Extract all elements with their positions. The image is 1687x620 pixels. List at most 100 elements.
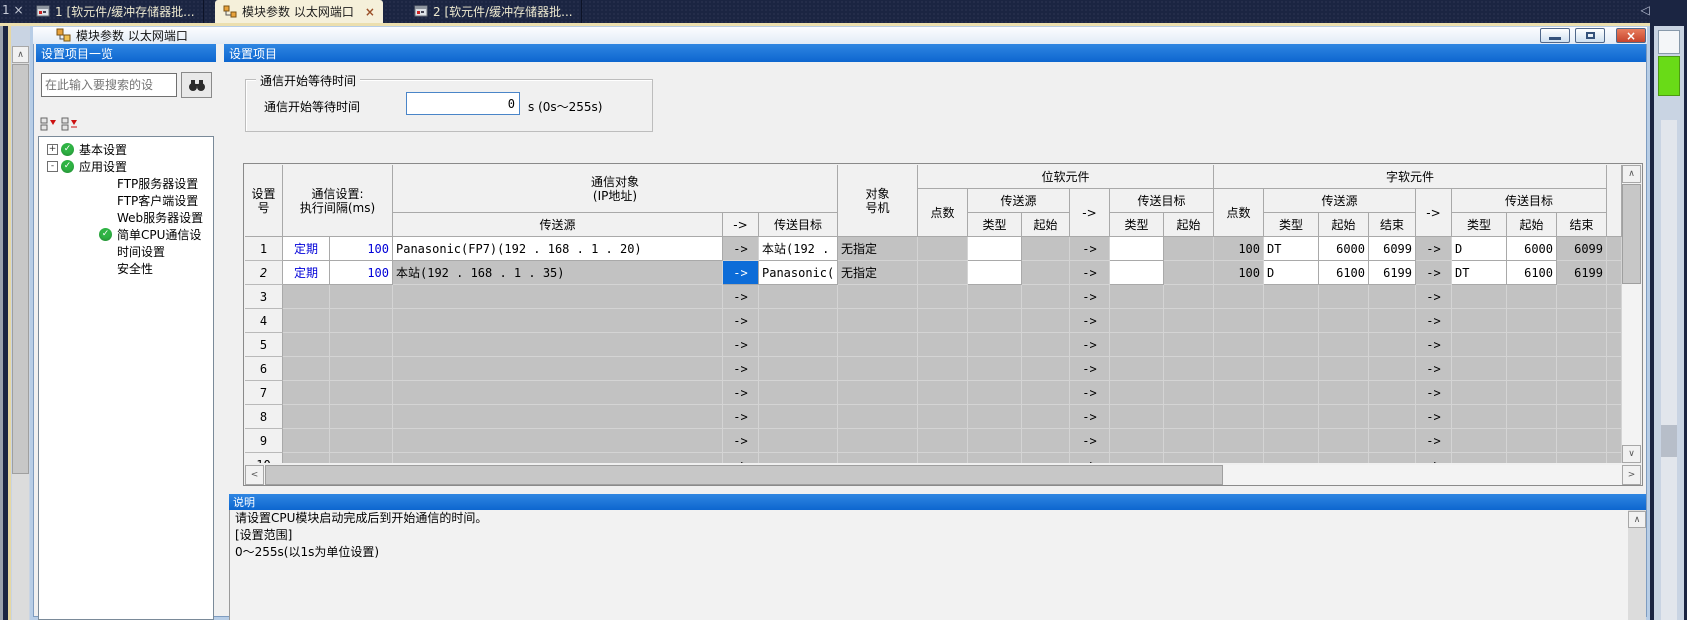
cell-arrow[interactable]: -> bbox=[1416, 357, 1452, 381]
scroll-left-icon[interactable]: < bbox=[245, 465, 264, 485]
cell-device[interactable] bbox=[1607, 357, 1622, 381]
cell-arrow[interactable]: -> bbox=[723, 429, 759, 453]
cell-arrow[interactable]: -> bbox=[1070, 381, 1110, 405]
cell-w_sstart[interactable] bbox=[1319, 453, 1369, 463]
cell-arrow[interactable]: -> bbox=[1416, 381, 1452, 405]
cell-device[interactable] bbox=[1607, 453, 1622, 463]
cell-w_send[interactable]: 6199 bbox=[1369, 261, 1416, 285]
cell-src[interactable]: Panasonic(FP7)(192 . 168 . 1 . 20) bbox=[393, 237, 723, 261]
cell-device[interactable] bbox=[1164, 381, 1214, 405]
cell-w_points[interactable]: 100 bbox=[1214, 237, 1264, 261]
cell-dst[interactable] bbox=[759, 429, 838, 453]
cell-arrow[interactable]: -> bbox=[1416, 333, 1452, 357]
cell-period[interactable] bbox=[283, 285, 330, 309]
cell-w_dend[interactable] bbox=[1557, 429, 1607, 453]
cell-w_dend[interactable] bbox=[1557, 405, 1607, 429]
scroll-up-icon[interactable]: ∧ bbox=[1628, 511, 1646, 528]
cell-w_sstart[interactable]: 6100 bbox=[1319, 261, 1369, 285]
cell-w_dend[interactable]: 6199 bbox=[1557, 261, 1607, 285]
cell-device[interactable] bbox=[968, 285, 1022, 309]
cell-arrow[interactable]: -> bbox=[1070, 429, 1110, 453]
cell-w_dstart[interactable] bbox=[1507, 309, 1557, 333]
cell-device[interactable] bbox=[1164, 285, 1214, 309]
cell-interval[interactable]: 100 bbox=[330, 261, 393, 285]
cell-w_dend[interactable] bbox=[1557, 381, 1607, 405]
cell-device[interactable] bbox=[968, 357, 1022, 381]
cell-interval[interactable] bbox=[330, 357, 393, 381]
cell-w_dstart[interactable] bbox=[1507, 429, 1557, 453]
cell-interval[interactable] bbox=[330, 333, 393, 357]
cell-w_dtype[interactable] bbox=[1452, 429, 1507, 453]
cell-src[interactable] bbox=[393, 429, 723, 453]
cell-arrow[interactable]: -> bbox=[1070, 333, 1110, 357]
cell-no[interactable]: 7 bbox=[245, 381, 283, 405]
cell-src[interactable] bbox=[393, 357, 723, 381]
cell-device[interactable] bbox=[1110, 429, 1164, 453]
cell-arrow[interactable]: -> bbox=[723, 285, 759, 309]
cell-w_dtype[interactable]: DT bbox=[1452, 261, 1507, 285]
cell-device[interactable] bbox=[1164, 357, 1214, 381]
cell-w_send[interactable] bbox=[1369, 453, 1416, 463]
cell-device[interactable] bbox=[1607, 285, 1622, 309]
cell-device[interactable] bbox=[918, 453, 968, 463]
cell-w_sstart[interactable] bbox=[1319, 333, 1369, 357]
collapse-icon[interactable]: - bbox=[47, 161, 58, 172]
cell-arrow[interactable]: -> bbox=[1416, 453, 1452, 463]
cell-no[interactable]: 8 bbox=[245, 405, 283, 429]
cell-interval[interactable]: 100 bbox=[330, 237, 393, 261]
cell-w_sstart[interactable] bbox=[1319, 429, 1369, 453]
cell-w_dtype[interactable] bbox=[1452, 333, 1507, 357]
cell-w_send[interactable] bbox=[1369, 429, 1416, 453]
cell-device[interactable] bbox=[968, 381, 1022, 405]
cell-device[interactable] bbox=[918, 261, 968, 285]
cell-w_points[interactable] bbox=[1214, 453, 1264, 463]
cell-src[interactable] bbox=[393, 405, 723, 429]
cell-w_send[interactable] bbox=[1369, 405, 1416, 429]
cell-w_send[interactable] bbox=[1369, 309, 1416, 333]
cell-no[interactable]: 5 bbox=[245, 333, 283, 357]
cell-device[interactable] bbox=[1164, 309, 1214, 333]
cell-arrow[interactable]: -> bbox=[1070, 309, 1110, 333]
clipped-tab-stub[interactable]: 1 × bbox=[2, 3, 24, 17]
cell-device[interactable] bbox=[1607, 237, 1622, 261]
cell-dst[interactable] bbox=[759, 333, 838, 357]
cell-arrow[interactable]: -> bbox=[1070, 405, 1110, 429]
cell-unit[interactable] bbox=[838, 309, 918, 333]
cell-w_dtype[interactable] bbox=[1452, 453, 1507, 463]
cell-w_dstart[interactable]: 6100 bbox=[1507, 261, 1557, 285]
cell-device[interactable] bbox=[1110, 309, 1164, 333]
cell-device[interactable] bbox=[1110, 285, 1164, 309]
restore-button[interactable] bbox=[1575, 28, 1605, 43]
cell-device[interactable] bbox=[1022, 381, 1070, 405]
table-vertical-scrollbar[interactable]: ∧ ∨ bbox=[1622, 165, 1641, 463]
cell-w_sstart[interactable] bbox=[1319, 381, 1369, 405]
cell-device[interactable] bbox=[1110, 381, 1164, 405]
cell-src[interactable] bbox=[393, 453, 723, 463]
cell-arrow[interactable]: -> bbox=[1070, 261, 1110, 285]
cell-w_points[interactable] bbox=[1214, 285, 1264, 309]
cell-period[interactable] bbox=[283, 453, 330, 463]
cell-arrow[interactable]: -> bbox=[1070, 285, 1110, 309]
cell-w_dend[interactable] bbox=[1557, 285, 1607, 309]
cell-period[interactable] bbox=[283, 405, 330, 429]
cell-device[interactable] bbox=[1022, 261, 1070, 285]
cell-device[interactable] bbox=[1022, 237, 1070, 261]
cell-arrow[interactable]: -> bbox=[723, 309, 759, 333]
cell-device[interactable] bbox=[968, 309, 1022, 333]
cell-dst[interactable] bbox=[759, 453, 838, 463]
cell-device[interactable] bbox=[1022, 453, 1070, 463]
cell-w_send[interactable] bbox=[1369, 381, 1416, 405]
cell-device[interactable] bbox=[918, 429, 968, 453]
cell-arrow[interactable]: -> bbox=[723, 237, 759, 261]
cell-w_points[interactable]: 100 bbox=[1214, 261, 1264, 285]
cell-device[interactable] bbox=[1607, 333, 1622, 357]
cell-no[interactable]: 2 bbox=[245, 261, 283, 285]
cell-w_dtype[interactable] bbox=[1452, 309, 1507, 333]
cell-device[interactable] bbox=[968, 453, 1022, 463]
cell-unit[interactable]: 无指定 bbox=[838, 261, 918, 285]
search-button[interactable] bbox=[181, 72, 212, 98]
scrollbar-thumb[interactable] bbox=[1622, 184, 1641, 284]
cell-w_stype[interactable] bbox=[1264, 357, 1319, 381]
scroll-right-icon[interactable]: > bbox=[1622, 465, 1641, 485]
cell-unit[interactable] bbox=[838, 285, 918, 309]
